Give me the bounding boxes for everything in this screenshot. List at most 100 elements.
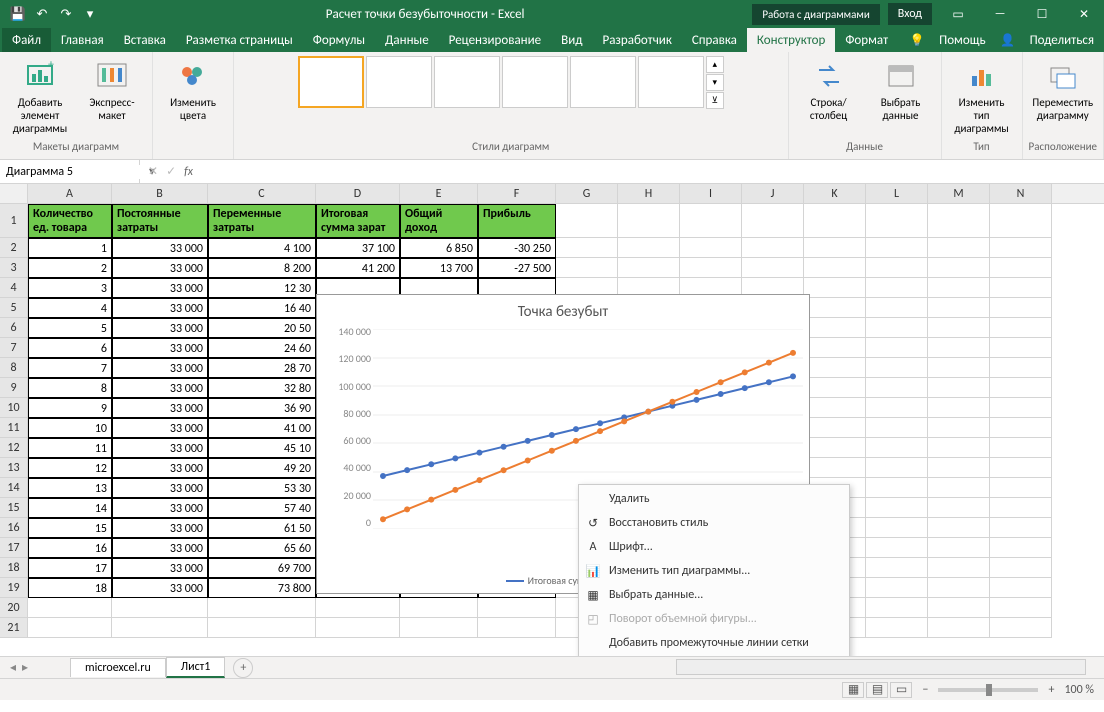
col-header-J[interactable]: J (742, 184, 804, 203)
save-icon[interactable]: 💾 (10, 6, 26, 22)
add-chart-element-button[interactable]: + Добавить элемент диаграммы (6, 56, 74, 140)
cell[interactable] (400, 598, 478, 618)
tab-home[interactable]: Главная (51, 28, 114, 52)
cell[interactable] (316, 618, 400, 638)
col-header-K[interactable]: K (804, 184, 866, 203)
sheet-tab-1[interactable]: microexcel.ru (70, 658, 166, 677)
view-page-layout-icon[interactable]: ▤ (866, 682, 888, 698)
cell[interactable] (680, 238, 742, 258)
cell[interactable] (928, 618, 990, 638)
cell[interactable]: 36 90 (208, 398, 316, 418)
cell[interactable]: 49 20 (208, 458, 316, 478)
cell[interactable] (990, 498, 1052, 518)
cell[interactable] (618, 238, 680, 258)
cell[interactable] (804, 318, 866, 338)
chart-style-3[interactable] (434, 56, 500, 108)
cell[interactable] (928, 318, 990, 338)
tell-me-icon[interactable]: 💡 (905, 28, 929, 52)
tab-assist[interactable]: Помощь (929, 28, 995, 52)
cell[interactable]: 6 (28, 338, 112, 358)
minimize-icon[interactable]: — (980, 0, 1020, 28)
cell[interactable] (28, 618, 112, 638)
cell[interactable]: 11 (28, 438, 112, 458)
ctx-format-major-gridlines[interactable]: Формат основных линий сетки... (579, 655, 849, 656)
cell[interactable]: 69 700 (208, 558, 316, 578)
tab-insert[interactable]: Вставка (114, 28, 176, 52)
ctx-font[interactable]: AШрифт... (579, 535, 849, 559)
col-header-G[interactable]: G (556, 184, 618, 203)
cell[interactable] (990, 278, 1052, 298)
name-box[interactable]: ▾ (0, 160, 140, 183)
gallery-more-icon[interactable]: ⊻ (706, 92, 724, 109)
cell[interactable] (866, 204, 928, 238)
cell[interactable] (866, 498, 928, 518)
cell[interactable] (742, 258, 804, 278)
cell[interactable]: 5 (28, 318, 112, 338)
chart-title[interactable]: Точка безубыт (317, 295, 809, 329)
cell[interactable]: 13 (28, 478, 112, 498)
cell[interactable] (804, 258, 866, 278)
cell[interactable] (928, 478, 990, 498)
cell[interactable] (928, 204, 990, 238)
col-header-M[interactable]: M (928, 184, 990, 203)
cell[interactable] (804, 204, 866, 238)
cell[interactable]: 33 000 (112, 518, 208, 538)
header-cell[interactable]: Прибыль (478, 204, 556, 238)
cell[interactable] (680, 258, 742, 278)
row-header-21[interactable]: 21 (0, 618, 28, 638)
cell[interactable]: 33 000 (112, 458, 208, 478)
add-sheet-button[interactable]: + (233, 658, 253, 678)
cell[interactable]: 33 000 (112, 338, 208, 358)
formula-input[interactable] (201, 160, 1104, 183)
cell[interactable]: 65 60 (208, 538, 316, 558)
row-header-1[interactable]: 1 (0, 204, 28, 238)
cell[interactable] (866, 358, 928, 378)
sheet-tab-2[interactable]: Лист1 (166, 657, 226, 678)
undo-icon[interactable]: ↶ (34, 6, 50, 22)
cell[interactable] (866, 318, 928, 338)
chart-style-2[interactable] (366, 56, 432, 108)
cell[interactable] (556, 238, 618, 258)
cell[interactable]: 15 (28, 518, 112, 538)
cell[interactable] (804, 278, 866, 298)
header-cell[interactable]: Постоянные затраты (112, 204, 208, 238)
cell[interactable] (618, 258, 680, 278)
cell[interactable] (804, 298, 866, 318)
cell[interactable]: 33 000 (112, 438, 208, 458)
cell[interactable]: 24 60 (208, 338, 316, 358)
row-header-8[interactable]: 8 (0, 358, 28, 378)
cell[interactable] (928, 278, 990, 298)
cell[interactable] (208, 598, 316, 618)
cell[interactable] (478, 618, 556, 638)
ctx-reset-style[interactable]: ↺Восстановить стиль (579, 511, 849, 535)
header-cell[interactable]: Итоговая сумма зарат (316, 204, 400, 238)
cell[interactable]: 9 (28, 398, 112, 418)
chart-style-1[interactable] (298, 56, 364, 108)
cell[interactable]: 33 000 (112, 258, 208, 278)
cell[interactable] (866, 438, 928, 458)
cancel-formula-icon[interactable]: ✕ (148, 164, 158, 179)
col-header-C[interactable]: C (208, 184, 316, 203)
cell[interactable] (990, 418, 1052, 438)
cell[interactable] (866, 338, 928, 358)
select-data-button[interactable]: Выбрать данные (867, 56, 935, 126)
row-header-13[interactable]: 13 (0, 458, 28, 478)
cell[interactable]: 8 (28, 378, 112, 398)
col-header-A[interactable]: A (28, 184, 112, 203)
row-header-19[interactable]: 19 (0, 578, 28, 598)
cell[interactable] (928, 258, 990, 278)
col-header-I[interactable]: I (680, 184, 742, 203)
ctx-delete[interactable]: Удалить (579, 487, 849, 511)
header-cell[interactable]: Общий доход (400, 204, 478, 238)
cell[interactable] (928, 518, 990, 538)
cell[interactable]: -27 500 (478, 258, 556, 278)
cell[interactable] (990, 518, 1052, 538)
cell[interactable] (990, 458, 1052, 478)
tab-view[interactable]: Вид (551, 28, 592, 52)
cell[interactable]: 33 000 (112, 238, 208, 258)
cell[interactable] (928, 498, 990, 518)
cell[interactable] (804, 358, 866, 378)
col-header-L[interactable]: L (866, 184, 928, 203)
change-chart-type-button[interactable]: Изменить тип диаграммы (948, 56, 1016, 140)
cell[interactable] (680, 204, 742, 238)
